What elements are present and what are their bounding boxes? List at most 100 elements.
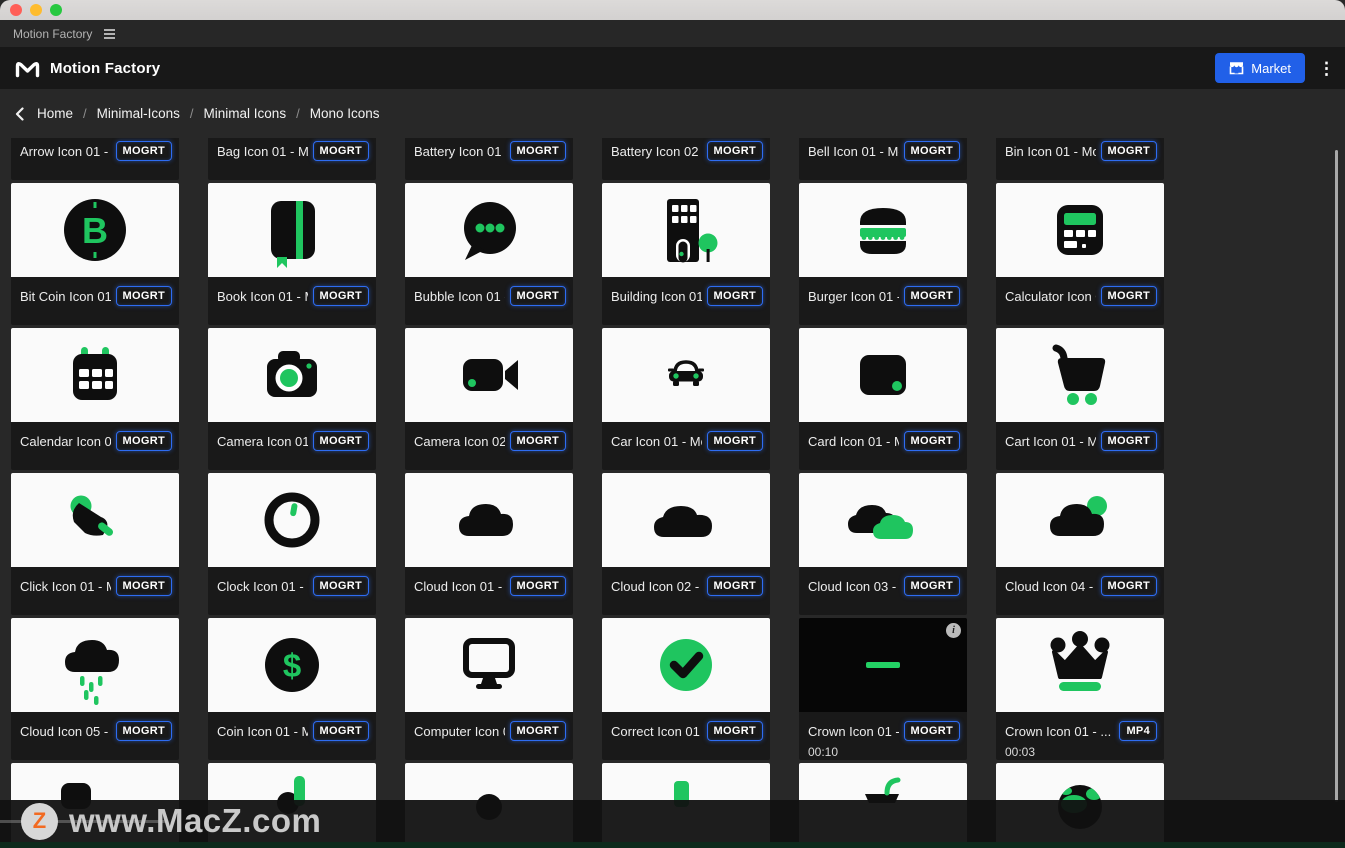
template-thumbnail [208, 183, 376, 277]
template-meta-row: Bag Icon 01 - Mo...MOGRT [208, 138, 376, 167]
breadcrumb-item-mono-icons[interactable]: Mono Icons [310, 106, 380, 121]
format-badge: MOGRT [509, 141, 566, 161]
close-window-button[interactable] [10, 4, 22, 16]
template-card[interactable]: Card Icon 01 - M...MOGRT [799, 328, 967, 470]
template-card[interactable]: Bag Icon 01 - Mo...MOGRT [208, 138, 376, 180]
template-card[interactable]: Car Icon 01 - Mo...MOGRT [602, 328, 770, 470]
template-card[interactable]: Bell Icon 01 - Mo...MOGRT [799, 138, 967, 180]
template-card[interactable]: Cloud Icon 01 - ...MOGRT [405, 473, 573, 615]
format-badge: MOGRT [312, 141, 369, 161]
format-badge: MOGRT [903, 431, 960, 451]
template-thumbnail [405, 473, 573, 567]
template-card[interactable]: Calculator Icon 0...MOGRT [996, 183, 1164, 325]
template-card[interactable]: Clock Icon 01 - M...MOGRT [208, 473, 376, 615]
template-name: Burger Icon 01 - ... [808, 288, 899, 304]
format-badge: MOGRT [509, 286, 566, 306]
template-name: Arrow Icon 01 - ... [20, 143, 111, 159]
template-card[interactable]: Calendar Icon 01...MOGRT [11, 328, 179, 470]
template-card[interactable]: Cloud Icon 05 - ...MOGRT [11, 618, 179, 760]
storefront-icon [1229, 61, 1244, 75]
template-meta-row: Click Icon 01 - M...MOGRT [11, 570, 179, 602]
template-card[interactable]: Arrow Icon 01 - ...MOGRT [11, 138, 179, 180]
template-meta-row: Battery Icon 02 - ...MOGRT [602, 138, 770, 167]
template-card[interactable]: Book Icon 01 - M...MOGRT [208, 183, 376, 325]
template-card[interactable]: Bubble Icon 01 - ...MOGRT [405, 183, 573, 325]
market-button-label: Market [1251, 60, 1291, 76]
template-card[interactable]: Cloud Icon 04 - ...MOGRT [996, 473, 1164, 615]
template-name: Clock Icon 01 - M... [217, 578, 308, 594]
breadcrumb-separator: / [189, 106, 194, 121]
format-badge: MOGRT [312, 286, 369, 306]
template-thumbnail [799, 618, 967, 712]
motion-factory-logo-icon [14, 58, 41, 79]
template-name: Camera Icon 02 -... [414, 433, 505, 449]
template-meta-row: Card Icon 01 - M...MOGRT [799, 425, 967, 457]
macz-logo: Z [21, 802, 58, 840]
template-card[interactable]: $ Coin Icon 01 - M...MOGRT [208, 618, 376, 760]
app-title: Motion Factory [50, 59, 161, 77]
template-name: Computer Icon 0... [414, 723, 505, 739]
template-card[interactable]: Crown Icon 01 - ... MP4 00:03 [996, 618, 1164, 760]
template-thumbnail [208, 473, 376, 567]
kebab-menu-icon[interactable]: ⋮ [1318, 60, 1335, 77]
template-card[interactable]: B Bit Coin Icon 01 -...MOGRT [11, 183, 179, 325]
template-meta-row: Clock Icon 01 - M...MOGRT [208, 570, 376, 602]
breadcrumb-item-minimal-icons-pack[interactable]: Minimal-Icons [97, 106, 180, 121]
template-meta-row: Calculator Icon 0...MOGRT [996, 280, 1164, 312]
template-card[interactable]: Cart Icon 01 - Mo...MOGRT [996, 328, 1164, 470]
template-name: Book Icon 01 - M... [217, 288, 308, 304]
window-titlebar [0, 0, 1345, 20]
template-card[interactable]: Camera Icon 02 -...MOGRT [405, 328, 573, 470]
format-badge: MOGRT [1100, 576, 1157, 596]
template-meta-row: Camera Icon 01 -...MOGRT [208, 425, 376, 457]
template-card[interactable]: Burger Icon 01 - ...MOGRT [799, 183, 967, 325]
template-meta-row: Computer Icon 0...MOGRT [405, 715, 573, 747]
vertical-scrollbar[interactable] [1335, 150, 1338, 802]
template-card[interactable]: Cloud Icon 02 - ...MOGRT [602, 473, 770, 615]
template-meta-row: Cloud Icon 03 - ...MOGRT [799, 570, 967, 602]
template-meta-row: Cloud Icon 02 - ...MOGRT [602, 570, 770, 602]
template-name: Camera Icon 01 -... [217, 433, 308, 449]
template-meta-row: Cloud Icon 04 - ...MOGRT [996, 570, 1164, 602]
breadcrumb-item-home[interactable]: Home [37, 106, 73, 121]
template-card[interactable]: Click Icon 01 - M...MOGRT [11, 473, 179, 615]
watermark-bar: Z www.MacZ.com [0, 800, 1345, 842]
template-thumbnail [405, 328, 573, 422]
template-card[interactable]: Battery Icon 01 ...MOGRT [405, 138, 573, 180]
template-name: Coin Icon 01 - M... [217, 723, 308, 739]
template-card[interactable]: Correct Icon 01 - ...MOGRT [602, 618, 770, 760]
template-name: Calendar Icon 01... [20, 433, 111, 449]
template-card[interactable]: Building Icon 01 ...MOGRT [602, 183, 770, 325]
template-thumbnail [11, 473, 179, 567]
template-name: Correct Icon 01 - ... [611, 723, 702, 739]
template-thumbnail: B [11, 183, 179, 277]
template-card[interactable]: Crown Icon 01 - I...MOGRT00:10i [799, 618, 967, 760]
template-name: Cloud Icon 03 - ... [808, 578, 899, 594]
format-badge: MOGRT [706, 141, 763, 161]
hamburger-icon[interactable] [104, 28, 116, 39]
template-card[interactable]: Camera Icon 01 -...MOGRT [208, 328, 376, 470]
breadcrumb-item-minimal-icons[interactable]: Minimal Icons [204, 106, 287, 121]
template-card[interactable]: Bin Icon 01 - MonoMOGRT [996, 138, 1164, 180]
app-tab-bar: Motion Factory [0, 20, 1345, 47]
template-card[interactable]: Computer Icon 0...MOGRT [405, 618, 573, 760]
template-meta-row: Arrow Icon 01 - ...MOGRT [11, 138, 179, 167]
zoom-window-button[interactable] [50, 4, 62, 16]
market-button[interactable]: Market [1215, 53, 1305, 83]
format-badge: MOGRT [115, 286, 172, 306]
template-meta-row: Book Icon 01 - M...MOGRT [208, 280, 376, 312]
template-meta-row: Burger Icon 01 - ...MOGRT [799, 280, 967, 312]
back-chevron-icon[interactable] [15, 106, 24, 121]
template-meta-row: Crown Icon 01 - I...MOGRT [799, 715, 967, 747]
template-meta-row: Bubble Icon 01 - ...MOGRT [405, 280, 573, 312]
svg-text:B: B [82, 210, 108, 251]
minimize-window-button[interactable] [30, 4, 42, 16]
template-grid-viewport: Arrow Icon 01 - ...MOGRTBag Icon 01 - Mo… [0, 138, 1345, 848]
template-name: Cloud Icon 05 - ... [20, 723, 111, 739]
format-badge: MOGRT [903, 141, 960, 161]
info-icon[interactable]: i [946, 623, 961, 638]
template-card[interactable]: Battery Icon 02 - ...MOGRT [602, 138, 770, 180]
template-meta-row: Camera Icon 02 -...MOGRT [405, 425, 573, 457]
template-card[interactable]: Cloud Icon 03 - ...MOGRT [799, 473, 967, 615]
format-badge: MOGRT [312, 576, 369, 596]
